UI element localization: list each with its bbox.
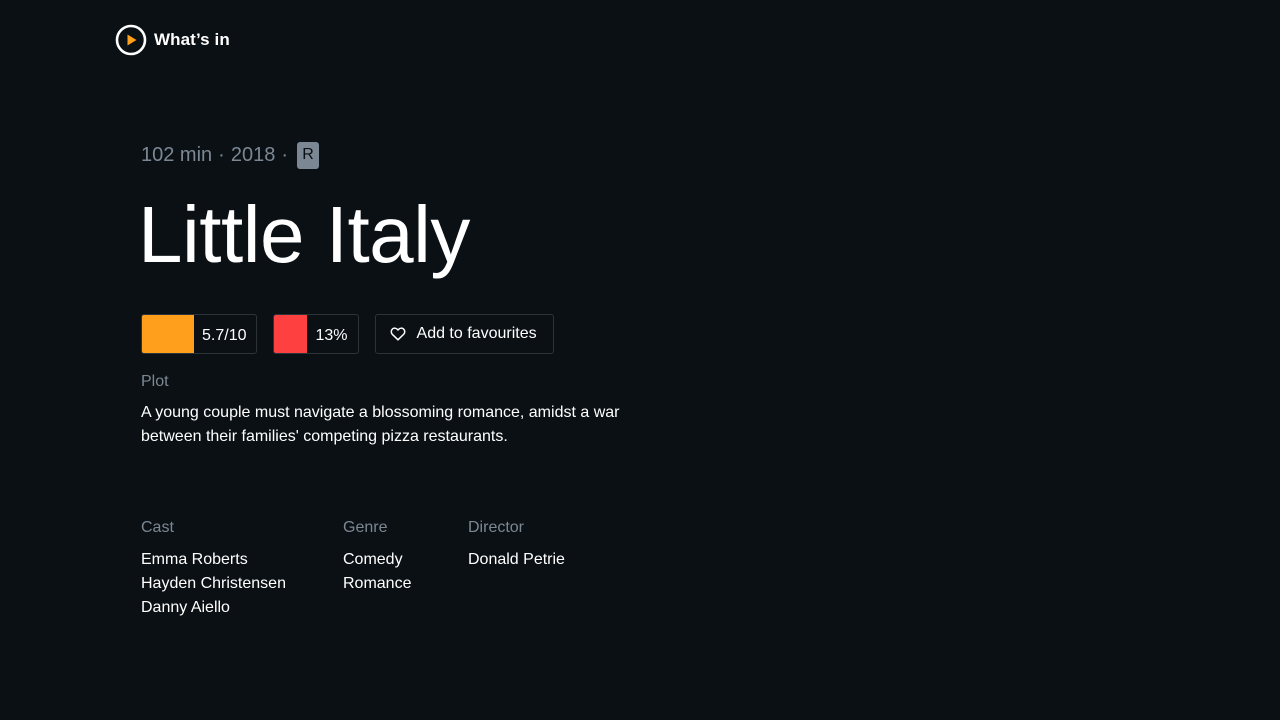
app-logo[interactable]: What’s in — [115, 24, 230, 56]
rotten-tomatoes-logo — [274, 315, 308, 353]
cast-label: Cast — [141, 519, 174, 536]
rotten-tomatoes-score-value: 13% — [315, 326, 348, 344]
cast-member: Hayden Christensen — [141, 575, 286, 592]
plot-text: A young couple must navigate a blossomin… — [141, 404, 620, 445]
rotten-tomatoes-score: 13% — [273, 314, 359, 354]
runtime: 102 min — [141, 143, 213, 166]
movie-meta: 102 min · 2018 · R — [141, 140, 641, 170]
cast-column: Cast Emma Roberts Hayden Christensen Dan… — [141, 519, 343, 620]
age-rating-badge: R — [297, 141, 319, 169]
movie-title: Little Italy — [138, 190, 470, 279]
director-column: Director Donald Petrie — [468, 519, 628, 620]
genre-label: Genre — [343, 519, 388, 536]
play-circle-icon — [115, 24, 147, 56]
meta-separator: · — [281, 143, 288, 166]
cast-member: Danny Aiello — [141, 599, 230, 616]
director-label: Director — [468, 519, 525, 536]
director-name: Donald Petrie — [468, 551, 565, 568]
add-to-favourites-label: Add to favourites — [416, 325, 537, 342]
heart-icon — [390, 327, 405, 341]
genre-item: Romance — [343, 575, 412, 592]
release-year: 2018 — [230, 143, 276, 166]
meta-separator: · — [218, 143, 225, 166]
movie-content: 102 min · 2018 · R Little Italy 5.7/10 1… — [138, 140, 641, 620]
add-to-favourites-button[interactable]: Add to favourites — [374, 314, 554, 354]
imdb-score-value: 5.7/10 — [202, 326, 247, 344]
imdb-score: 5.7/10 — [141, 314, 258, 354]
app-name: What’s in — [154, 30, 230, 49]
movie-details: Cast Emma Roberts Hayden Christensen Dan… — [141, 519, 641, 620]
cast-member: Emma Roberts — [141, 551, 248, 568]
genre-item: Comedy — [343, 551, 403, 568]
ratings-row: 5.7/10 13% Add to favourites — [141, 314, 641, 354]
genre-column: Genre Comedy Romance — [343, 519, 468, 620]
imdb-logo — [142, 315, 194, 353]
movie-detail-page: What’s in 102 min · 2018 · R Little Ital… — [0, 0, 1280, 720]
plot-label: Plot — [141, 373, 169, 390]
